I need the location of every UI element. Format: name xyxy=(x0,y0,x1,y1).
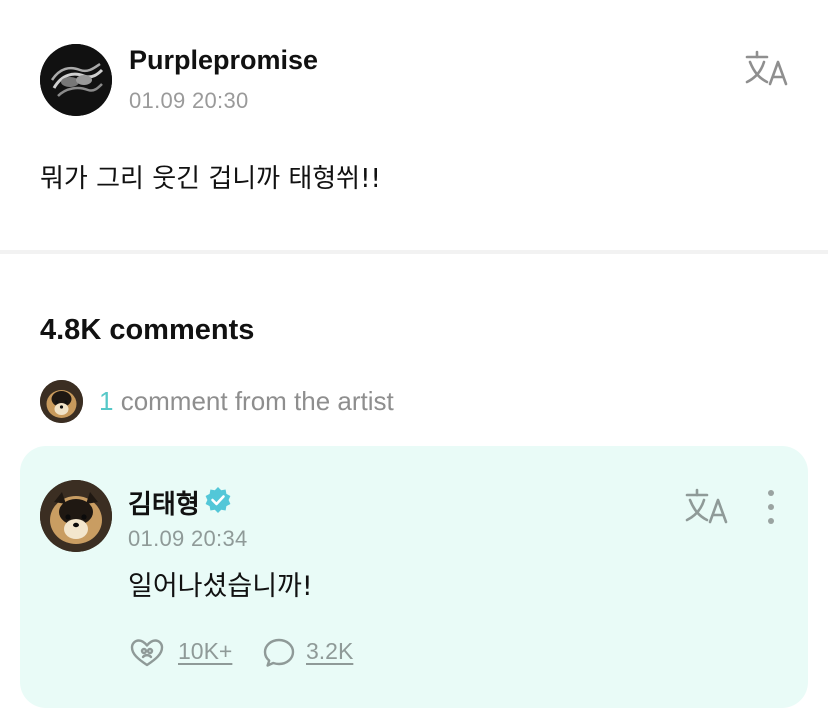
artist-comment-count: 1 xyxy=(99,386,114,416)
speech-bubble-icon xyxy=(263,638,295,667)
artist-comment-timestamp: 01.09 20:34 xyxy=(128,526,248,551)
like-count: 10K+ xyxy=(178,638,233,664)
artist-avatar[interactable] xyxy=(40,480,112,552)
post: Purplepromise 01.09 20:30 뭐가 그리 웃긴 겁니까 태… xyxy=(0,0,828,252)
translate-icon[interactable] xyxy=(684,486,732,526)
comments-count: 4.8K comments xyxy=(40,314,255,346)
verified-badge-icon xyxy=(204,486,232,514)
artist-comment-summary-text: 1 comment from the artist xyxy=(99,386,394,417)
translate-icon[interactable] xyxy=(744,48,792,88)
reply-button[interactable]: 3.2K xyxy=(262,636,368,668)
post-body: 뭐가 그리 웃긴 겁니까 태형쒸!! xyxy=(40,164,381,194)
artist-comment-body: 일어나셨습니까! xyxy=(128,571,313,602)
more-dot xyxy=(768,490,774,496)
artist-comment-card: 김태형 01.09 20:34 일어나셨습니까! 10K+ 3.2K xyxy=(20,446,808,708)
post-author-name[interactable]: Purplepromise xyxy=(129,45,318,76)
artist-mini-avatar xyxy=(40,380,83,423)
reply-count: 3.2K xyxy=(306,638,354,664)
more-vertical-icon[interactable] xyxy=(760,488,782,526)
heart-paw-icon xyxy=(130,639,164,667)
more-dot xyxy=(768,518,774,524)
more-dot xyxy=(768,504,774,510)
artist-comment-label: comment from the artist xyxy=(113,386,394,416)
section-divider xyxy=(0,250,828,254)
post-author-avatar[interactable] xyxy=(40,44,112,116)
like-button[interactable]: 10K+ xyxy=(128,636,240,668)
post-timestamp: 01.09 20:30 xyxy=(129,88,249,113)
artist-name[interactable]: 김태형 xyxy=(128,484,200,521)
